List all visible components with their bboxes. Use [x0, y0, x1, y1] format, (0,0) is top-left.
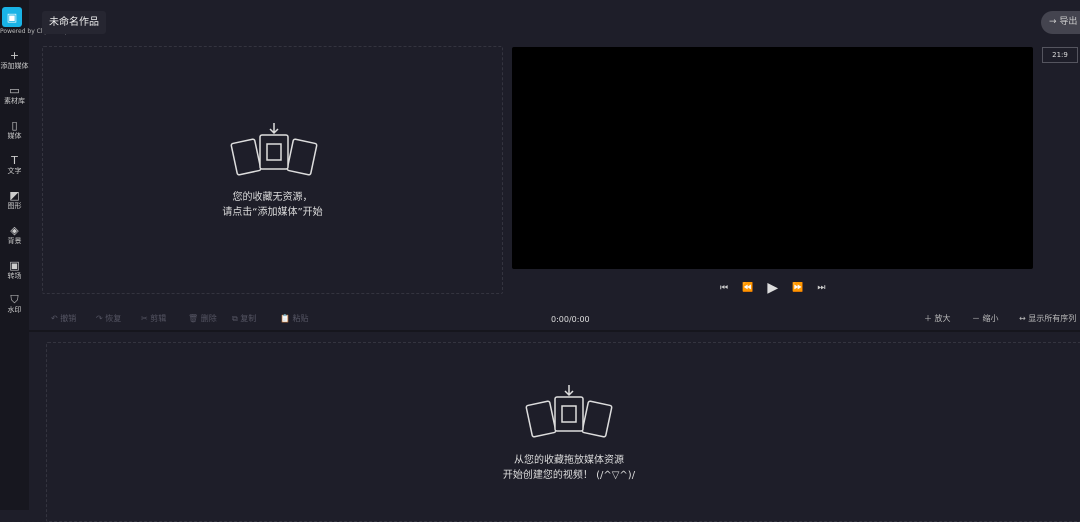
export-button[interactable]: → 导出 — [1041, 11, 1080, 34]
fast-forward-icon[interactable]: ⏩ — [792, 283, 803, 293]
bot-logo-icon[interactable]: ▣ — [2, 7, 22, 27]
sidebar-item-media[interactable]: ▯ 媒体 — [0, 120, 29, 141]
sidebar-item-text[interactable]: T 文字 — [0, 155, 29, 176]
time-display: 0:00/0:00 — [551, 315, 590, 324]
sidebar-label: 图形 — [7, 202, 22, 210]
show-all-button[interactable]: ↔ 显示所有序列 — [1019, 313, 1076, 324]
skip-start-icon[interactable]: ⏮ — [720, 283, 728, 293]
sidebar-label: 文字 — [7, 167, 22, 175]
media-cards-icon — [230, 123, 318, 176]
copy-button[interactable]: ⧉ 复制 — [232, 313, 256, 324]
transition-icon: ▣ — [9, 259, 20, 272]
timeline-dropzone[interactable]: 从您的收藏拖放媒体资源 开始创建您的视频！ (/^▽^)/ — [46, 342, 1080, 522]
sidebar-item-add-media[interactable]: + 添加媒体 — [0, 50, 29, 71]
undo-button[interactable]: ↶ 撤销 — [51, 313, 76, 324]
zoom-out-label: 缩小 — [982, 314, 999, 323]
video-preview[interactable] — [512, 47, 1033, 269]
arrow-right-icon: → — [1049, 17, 1060, 27]
copy-label: 复制 — [240, 314, 257, 323]
sidebar-item-library[interactable]: ▭ 素材库 — [0, 85, 29, 106]
timeline-empty-line1: 从您的收藏拖放媒体资源 — [514, 455, 624, 466]
paste-button[interactable]: 📋 粘贴 — [280, 313, 309, 324]
sidebar-label: 素材库 — [4, 97, 25, 105]
media-library-dropzone[interactable]: 您的收藏无资源， 请点击“添加媒体”开始 — [42, 46, 503, 294]
sidebar-item-background[interactable]: ◈ 背景 — [0, 225, 29, 246]
playback-controls: ⏮ ⏪ ▶ ⏩ ⏭ — [720, 280, 825, 296]
media-cards-icon — [525, 385, 613, 438]
file-icon: ▯ — [11, 119, 18, 132]
text-icon: T — [11, 154, 18, 167]
play-icon[interactable]: ▶ — [767, 280, 778, 296]
sidebar-item-transitions[interactable]: ▣ 转场 — [0, 260, 29, 281]
zoom-in-button[interactable]: ＋ 放大 — [924, 313, 951, 324]
sidebar-item-watermark[interactable]: ⛉ 水印 — [0, 294, 29, 315]
sidebar-label: 背景 — [7, 237, 22, 245]
export-label: 导出 — [1059, 17, 1078, 27]
redo-label: 恢复 — [105, 314, 122, 323]
zoom-out-button[interactable]: － 缩小 — [972, 313, 999, 324]
cut-label: 剪辑 — [150, 314, 167, 323]
project-title[interactable]: 未命名作品 — [42, 11, 106, 34]
shield-icon: ⛉ — [10, 293, 19, 306]
sidebar-item-graphics[interactable]: ◩ 图形 — [0, 190, 29, 211]
library-empty-line2: 请点击“添加媒体”开始 — [222, 207, 323, 218]
undo-label: 撤销 — [60, 314, 77, 323]
rewind-icon[interactable]: ⏪ — [742, 283, 753, 293]
aspect-ratio-button[interactable]: 21:9 — [1042, 47, 1078, 63]
cut-button[interactable]: ✂ 剪辑 — [141, 313, 166, 324]
sidebar-label: 添加媒体 — [0, 62, 29, 70]
sidebar-label: 转场 — [7, 272, 22, 280]
timeline-empty-line2: 开始创建您的视频！ (/^▽^)/ — [502, 470, 636, 481]
sidebar-label: 水印 — [7, 306, 22, 314]
library-empty-line1: 您的收藏无资源， — [232, 192, 313, 203]
layers-icon: ◈ — [10, 224, 19, 237]
library-icon: ▭ — [9, 84, 20, 97]
delete-label: 删除 — [200, 314, 217, 323]
graphics-icon: ◩ — [9, 189, 20, 202]
sidebar-label: 媒体 — [7, 132, 22, 140]
sidebar: ▣ Powered by Clipchamp + 添加媒体 ▭ 素材库 ▯ 媒体 T文… — [0, 0, 68, 510]
plus-icon: + — [9, 49, 20, 62]
redo-button[interactable]: ↷ 恢复 — [96, 313, 121, 324]
paste-label: 粘贴 — [292, 314, 309, 323]
delete-button[interactable]: 🗑 删除 — [188, 313, 217, 324]
show-all-label: 显示所有序列 — [1028, 314, 1077, 323]
skip-end-icon[interactable]: ⏭ — [817, 283, 825, 293]
zoom-in-label: 放大 — [934, 314, 951, 323]
